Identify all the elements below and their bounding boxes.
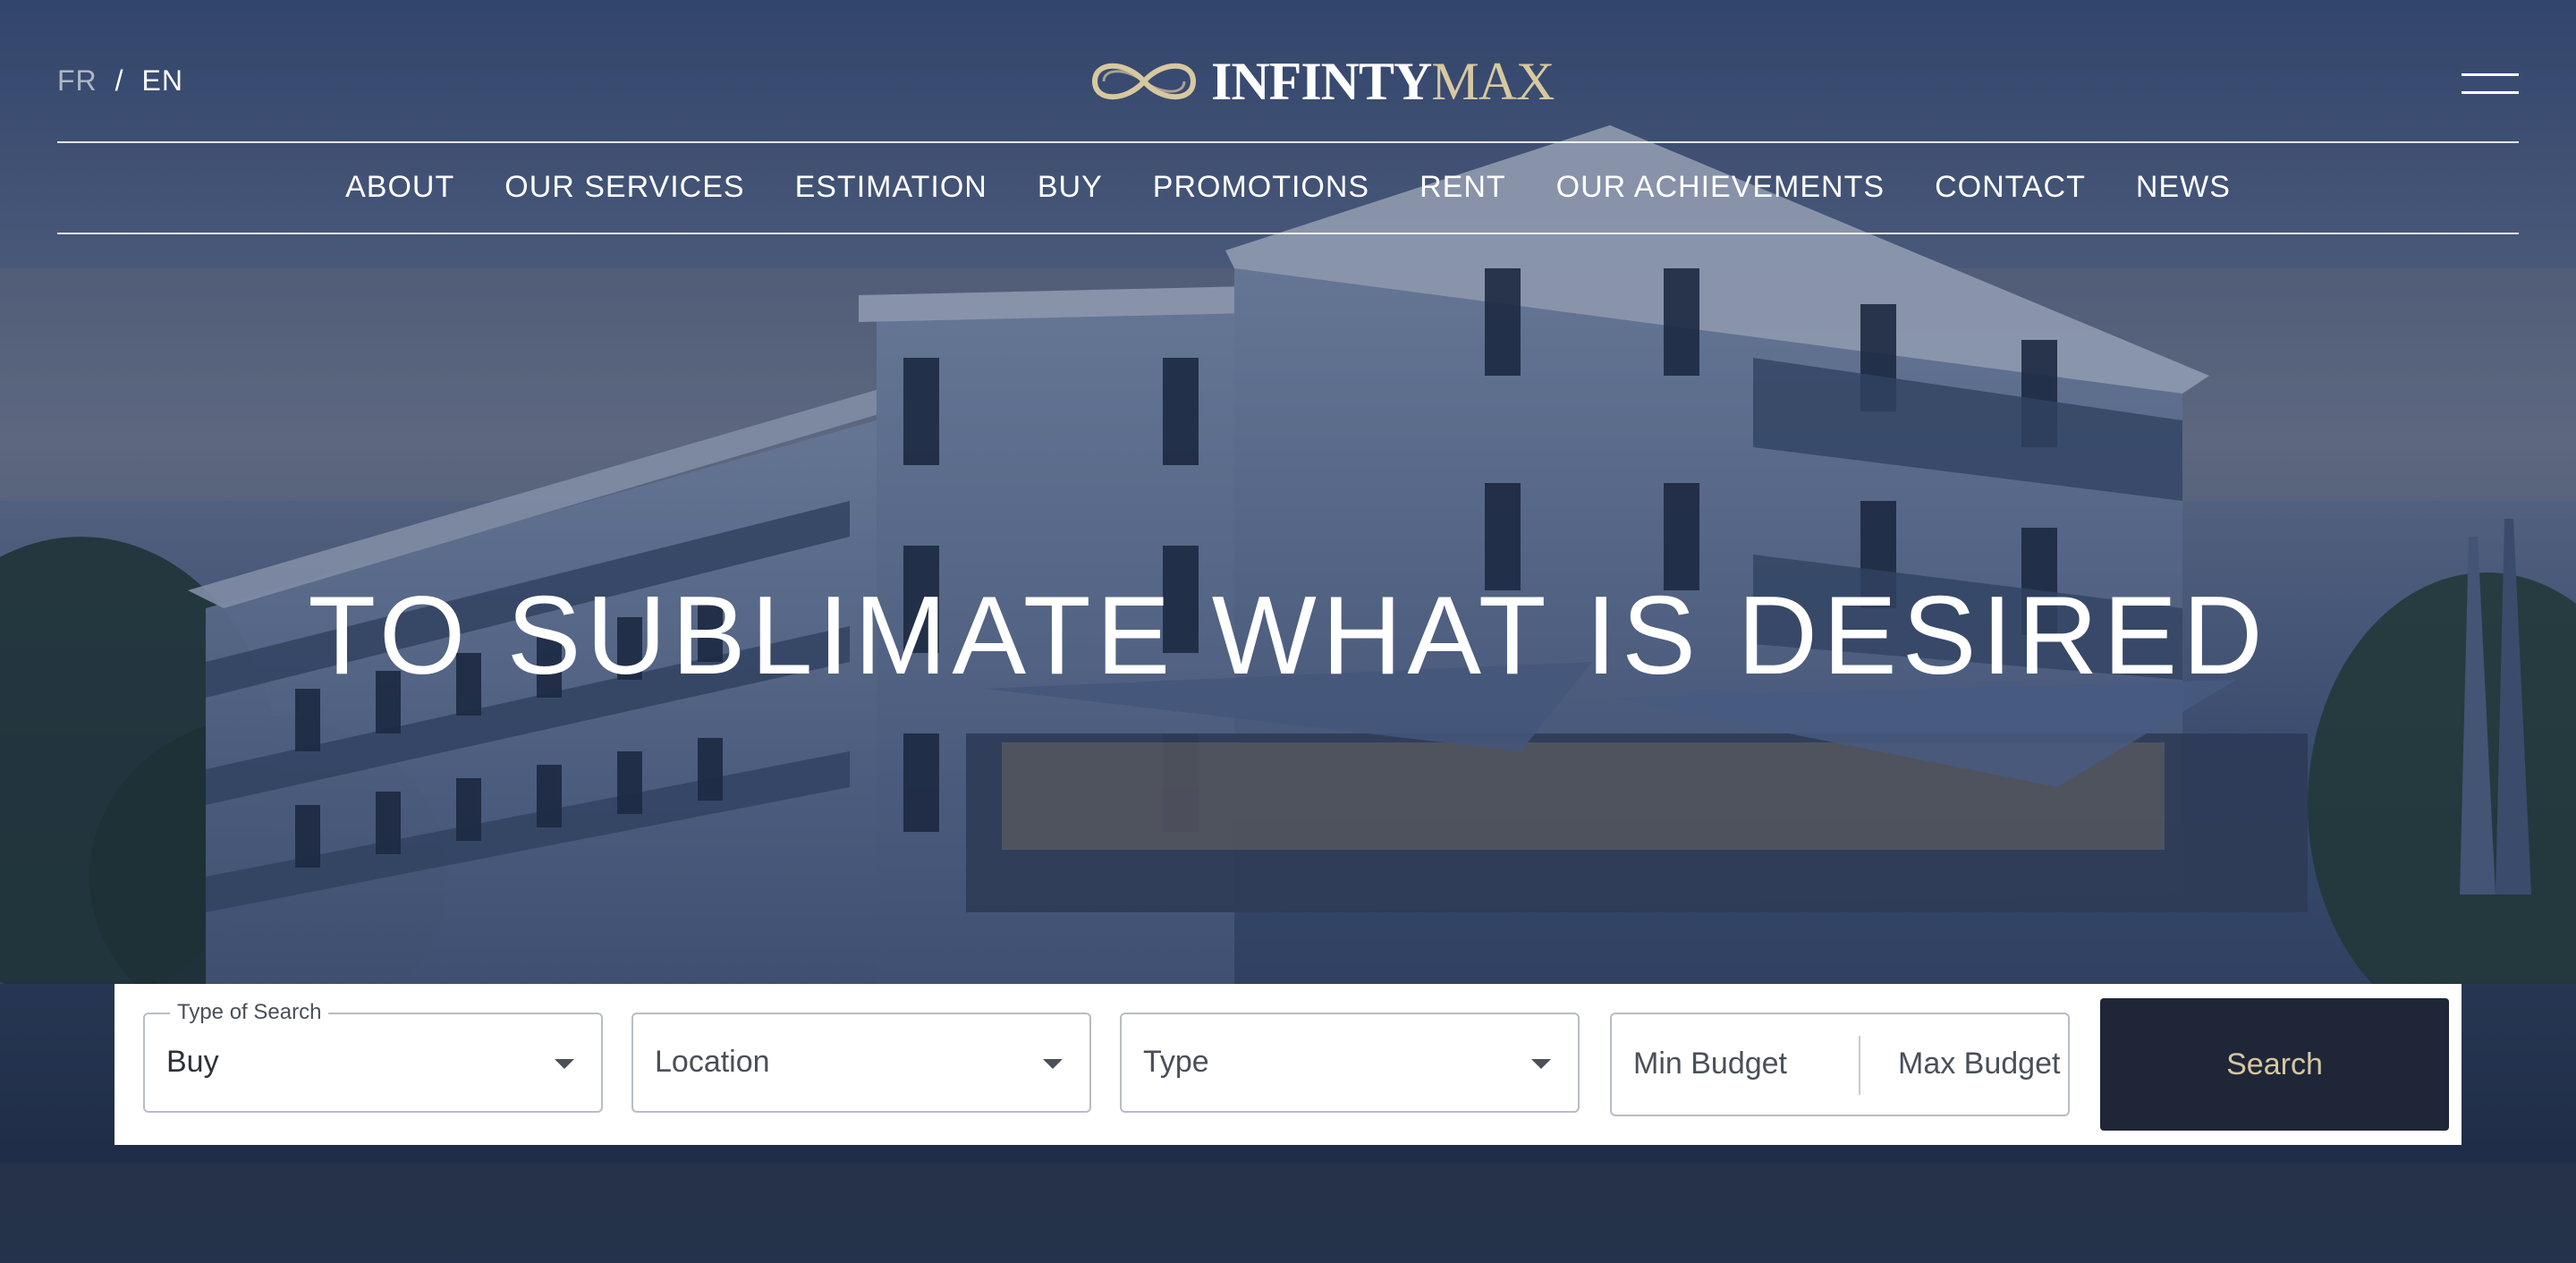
type-of-search-value: Buy <box>166 1045 219 1079</box>
budget-range-field: Min Budget Max Budget <box>1610 1013 2070 1116</box>
min-budget-input[interactable]: Min Budget <box>1633 1047 1787 1081</box>
nav-bottom-divider <box>57 233 2519 234</box>
nav-item-contact[interactable]: CONTACT <box>1935 170 2086 205</box>
hamburger-line <box>2462 91 2519 94</box>
budget-divider <box>1859 1036 1860 1095</box>
property-search-panel: Type of Search Buy Location Type Min Bud… <box>114 984 2462 1145</box>
main-navigation: ABOUT OUR SERVICES ESTIMATION BUY PROMOT… <box>0 141 2576 233</box>
infinity-logo-icon <box>1091 63 1197 100</box>
logo-word-infinty: INFINTY <box>1211 52 1432 111</box>
nav-item-our-services[interactable]: OUR SERVICES <box>504 170 744 205</box>
nav-item-our-achievements[interactable]: OUR ACHIEVEMENTS <box>1556 170 1885 205</box>
type-of-search-select[interactable]: Type of Search Buy <box>143 1000 603 1113</box>
dropdown-arrow-icon <box>555 1059 574 1069</box>
type-select[interactable]: Type <box>1120 1013 1580 1113</box>
logo-word-max: MAX <box>1431 52 1555 111</box>
max-budget-input[interactable]: Max Budget <box>1898 1047 2060 1081</box>
nav-item-estimation[interactable]: ESTIMATION <box>795 170 987 205</box>
type-placeholder: Type <box>1143 1045 1209 1079</box>
nav-item-about[interactable]: ABOUT <box>345 170 454 205</box>
nav-item-news[interactable]: NEWS <box>2136 170 2231 205</box>
dropdown-arrow-icon <box>1043 1059 1063 1069</box>
dropdown-arrow-icon <box>1531 1059 1551 1069</box>
lang-en-link[interactable]: EN <box>142 64 183 97</box>
logo-wordmark: INFINTYMAX <box>1211 52 1555 111</box>
nav-item-promotions[interactable]: PROMOTIONS <box>1153 170 1369 205</box>
location-placeholder: Location <box>655 1045 770 1079</box>
type-of-search-label: Type of Search <box>170 1000 329 1025</box>
lang-separator: / <box>114 64 124 97</box>
hamburger-menu-icon[interactable] <box>2462 72 2519 97</box>
nav-item-rent[interactable]: RENT <box>1419 170 1506 205</box>
hamburger-line <box>2462 73 2519 76</box>
location-select[interactable]: Location <box>631 1013 1091 1113</box>
nav-item-buy[interactable]: BUY <box>1038 170 1103 205</box>
site-logo[interactable]: INFINTYMAX <box>1086 50 1555 113</box>
hero-headline: TO SUBLIMATE WHAT IS DESIRED <box>308 574 2268 698</box>
lang-fr-link[interactable]: FR <box>57 64 97 97</box>
language-switcher: FR / EN <box>57 64 183 97</box>
search-button[interactable]: Search <box>2100 998 2449 1131</box>
